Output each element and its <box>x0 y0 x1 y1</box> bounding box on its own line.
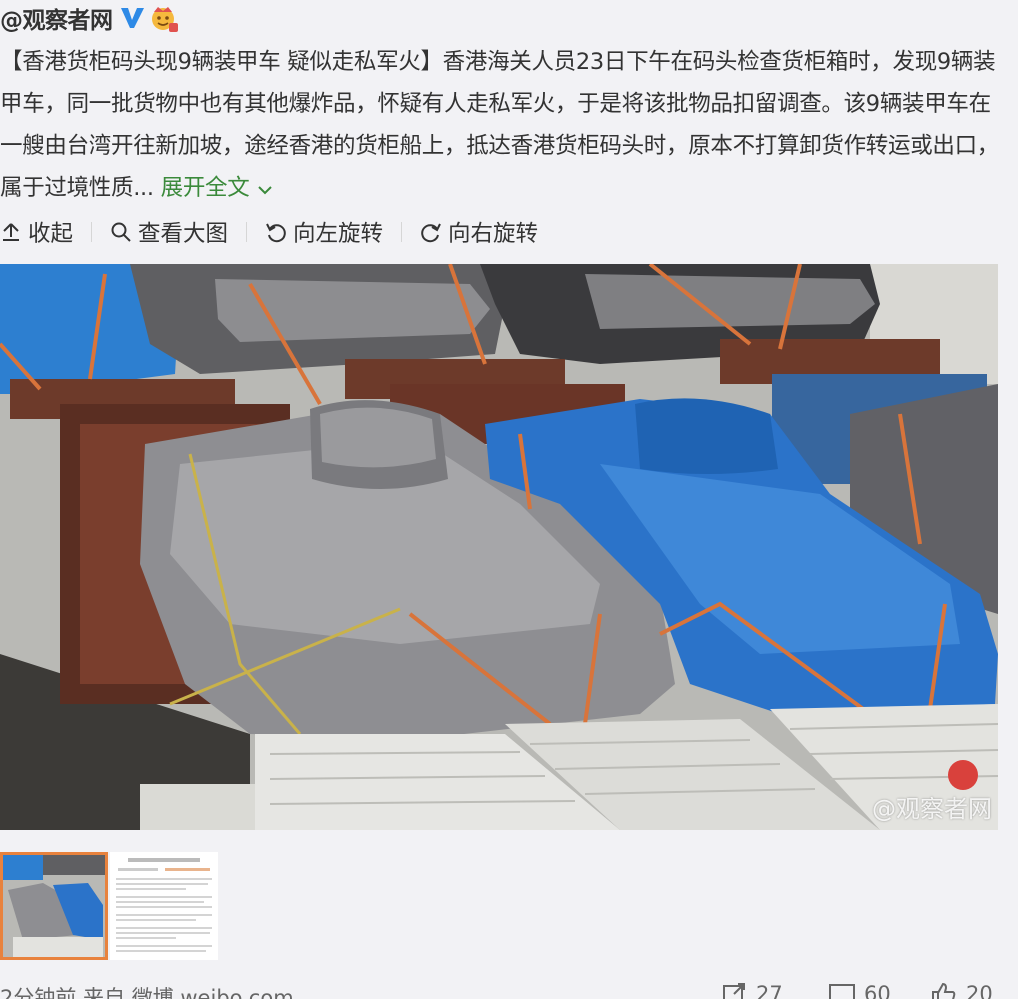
chevron-down-icon <box>257 168 273 210</box>
rotate-right-label: 向右旋转 <box>448 221 539 247</box>
watermark-seal-icon <box>948 760 978 790</box>
view-large-label: 查看大图 <box>138 221 229 247</box>
post-text: 【香港货柜码头现9辆装甲车 疑似走私军火】香港海关人员23日下午在码头检查货柜箱… <box>0 41 1010 210</box>
post-footer: 2分钟前 来自 微博 weibo.com 27 60 20 <box>0 982 1018 999</box>
post-photo[interactable]: @观察者网 <box>0 264 998 830</box>
repost-button[interactable]: 27 <box>720 982 783 999</box>
rotate-left-label: 向左旋转 <box>293 221 384 247</box>
comment-button[interactable]: 60 <box>828 982 891 999</box>
repost-icon <box>723 983 745 999</box>
comment-icon <box>829 984 855 999</box>
expand-full-text-link[interactable]: 展开全文 <box>161 175 274 201</box>
toolbar-divider <box>401 222 403 242</box>
like-button[interactable]: 20 <box>930 982 993 999</box>
verified-v-icon[interactable] <box>119 5 145 31</box>
rotate-right-icon <box>421 223 441 243</box>
armored-vehicles-photo <box>0 264 998 830</box>
search-icon <box>111 222 131 242</box>
comment-count: 60 <box>864 982 891 999</box>
toolbar-divider <box>246 222 248 242</box>
thumbnail-photo-1[interactable] <box>0 852 108 960</box>
thumbnail-image <box>3 855 105 957</box>
post-header: @观察者网 <box>0 0 179 36</box>
toolbar-divider <box>91 222 93 242</box>
repost-count: 27 <box>756 982 783 999</box>
author-name[interactable]: @观察者网 <box>0 1 113 35</box>
document-thumbnail-image <box>110 852 218 960</box>
collapse-button[interactable]: 收起 <box>0 216 73 248</box>
post-text-body: 【香港货柜码头现9辆装甲车 疑似走私军火】香港海关人员23日下午在码头检查货柜箱… <box>0 49 1000 201</box>
collapse-up-icon <box>3 223 19 241</box>
rotate-right-button[interactable]: 向右旋转 <box>420 216 538 248</box>
weibo-post: @观察者网 【香港货柜码头现9辆装甲车 疑似走私军火】香港海关人员23日下午在码… <box>0 0 1018 999</box>
post-time-source[interactable]: 2分钟前 来自 微博 weibo.com <box>0 982 294 999</box>
like-count: 20 <box>966 982 993 999</box>
rotate-left-button[interactable]: 向左旋转 <box>265 216 383 248</box>
photo-watermark: @观察者网 <box>872 795 992 823</box>
thumbs-up-icon <box>932 982 956 999</box>
thumbnail-document-2[interactable] <box>110 852 218 960</box>
rotate-left-icon <box>266 223 286 243</box>
image-toolbar: 收起 查看大图 向左旋转 向右旋转 <box>0 213 538 251</box>
collapse-label: 收起 <box>28 221 74 247</box>
expand-label: 展开全文 <box>160 175 250 201</box>
crown-member-icon[interactable] <box>149 3 179 33</box>
view-large-button[interactable]: 查看大图 <box>110 216 228 248</box>
